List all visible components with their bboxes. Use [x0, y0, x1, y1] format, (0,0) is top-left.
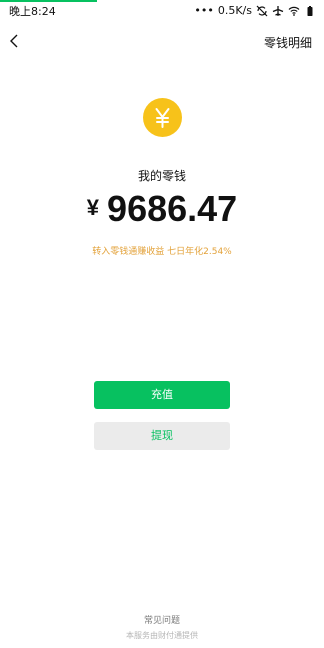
status-icons: ••• 0.5K/s — [194, 5, 316, 17]
status-time: 晚上8:24 — [9, 5, 56, 18]
battery-icon — [307, 6, 313, 16]
status-bar: 晚上8:24 ••• 0.5K/s — [0, 0, 324, 24]
page-load-progress — [0, 0, 97, 2]
airplane-mode-icon — [272, 6, 284, 16]
back-chevron-left-icon[interactable] — [6, 32, 24, 50]
wifi-icon — [288, 6, 300, 16]
yen-coin-icon — [143, 98, 182, 137]
recharge-button[interactable]: 充值 — [94, 381, 230, 409]
licaitong-promo-link[interactable]: 转入零钱通赚收益 七日年化2.54% — [0, 244, 324, 257]
balance-amount: ¥9686.47 — [0, 186, 324, 231]
currency-symbol: ¥ — [86, 195, 100, 220]
wallet-label: 我的零钱 — [137, 169, 186, 183]
network-speed: 0.5K/s — [217, 4, 252, 17]
faq-link[interactable]: 常见问题 — [0, 613, 324, 626]
provider-note: 本服务由财付通提供 — [126, 631, 198, 640]
transactions-detail-link[interactable]: 零钱明细 — [264, 34, 312, 51]
more-dots-icon: ••• — [194, 4, 214, 17]
top-nav-bar: 零钱明细 — [0, 24, 324, 60]
sync-off-icon — [256, 5, 268, 17]
balance-value: 9686.47 — [107, 188, 238, 229]
withdraw-button[interactable]: 提现 — [94, 422, 230, 450]
